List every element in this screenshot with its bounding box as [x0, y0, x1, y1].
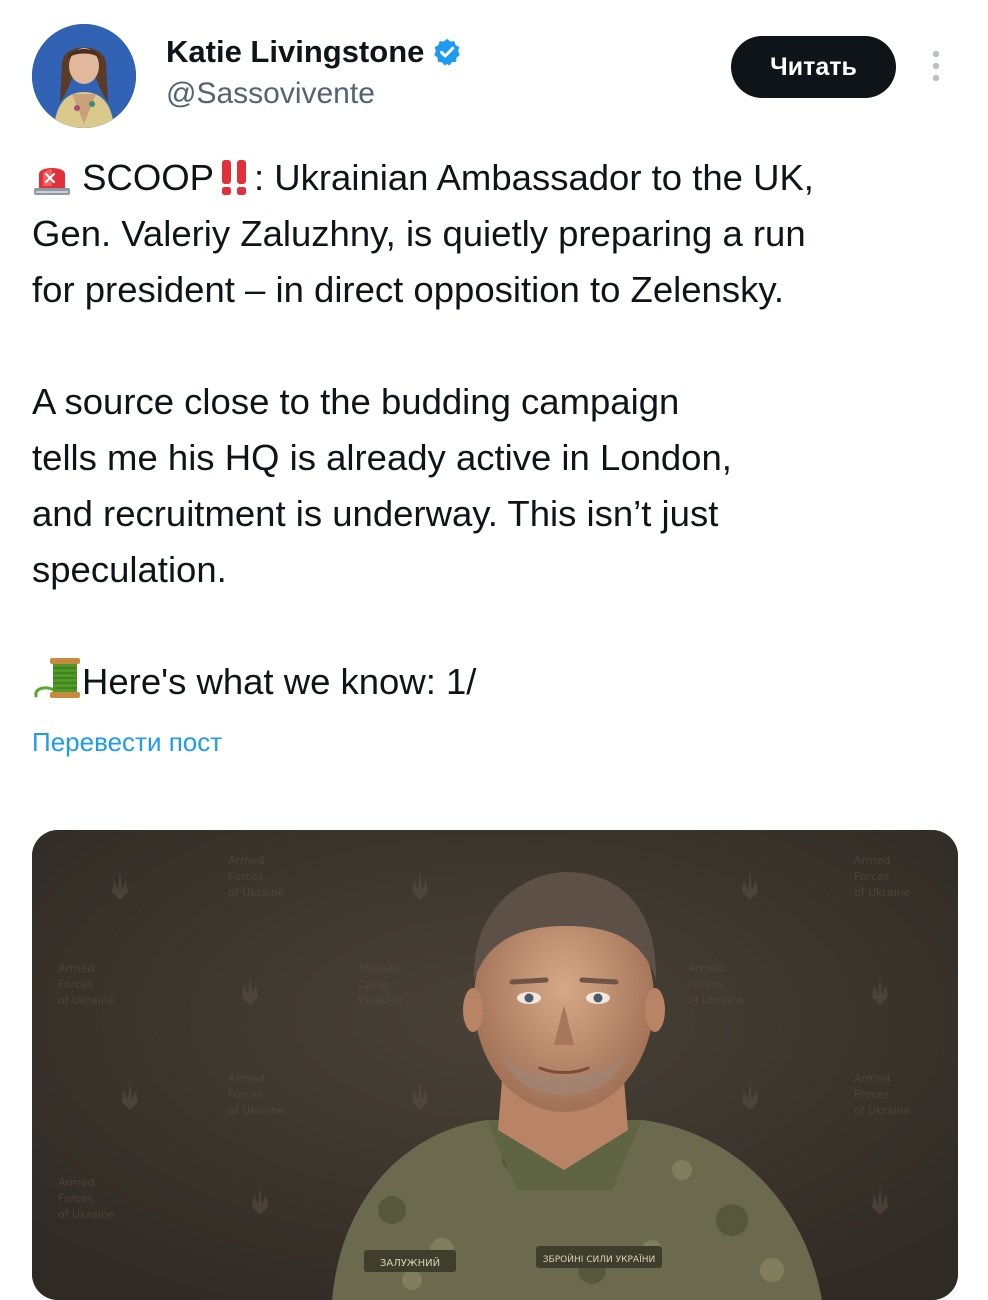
watermark-text: of Ukraine: [58, 994, 115, 1007]
tweet-line-8-text: Here's what we know: 1/: [82, 661, 477, 702]
double-exclamation-emoji: [214, 158, 254, 196]
watermark-text: of Ukraine: [228, 1104, 285, 1117]
watermark-text: Armed: [58, 1176, 94, 1189]
watermark-text: Forces: [58, 1192, 94, 1205]
tweet-line-6: and recruitment is underway. This isn’t …: [32, 493, 719, 534]
watermark-text: Збройні: [358, 962, 403, 975]
tweet-line-1: SCOOP : Ukrainian Ambassador to the UK,: [32, 150, 962, 206]
watermark-text: of Ukraine: [854, 886, 911, 899]
watermark-text: Forces: [854, 870, 890, 883]
watermark-text: України: [358, 994, 402, 1007]
avatar[interactable]: [32, 24, 136, 128]
tweet-line-1-rest: : Ukrainian Ambassador to the UK,: [254, 157, 814, 198]
watermark-text: of Ukraine: [228, 886, 285, 899]
police-light-emoji: [32, 160, 72, 196]
thread-spool-emoji: [32, 656, 82, 700]
watermark-text: Armed: [688, 962, 724, 975]
scoop-label: SCOOP: [82, 157, 214, 198]
media-photo: Armed Forces of Ukraine Armed Forces of …: [32, 830, 958, 1300]
watermark-text: Armed: [228, 1072, 264, 1085]
translate-post-link[interactable]: Перевести пост: [32, 727, 222, 758]
verified-badge-icon: [432, 37, 462, 67]
more-options-icon[interactable]: [926, 46, 946, 86]
tweet-line-3: for president – in direct opposition to …: [32, 269, 785, 310]
watermark-text: Armed: [228, 854, 264, 867]
nametag-left: ЗАЛУЖНИЙ: [380, 1256, 440, 1269]
watermark-text: Armed: [854, 854, 890, 867]
watermark-text: of Ukraine: [688, 994, 745, 1007]
nametag-right: ЗБРОЙНІ СИЛИ УКРАЇНИ: [543, 1253, 655, 1265]
watermark-text: of Ukraine: [58, 1208, 115, 1221]
tweet-line-8: Here's what we know: 1/: [32, 654, 962, 710]
watermark-text: Forces: [854, 1088, 890, 1101]
tweet-media-image[interactable]: Armed Forces of Ukraine Armed Forces of …: [32, 830, 958, 1300]
author-name-text[interactable]: Katie Livingstone: [166, 34, 424, 70]
tweet-text: SCOOP : Ukrainian Ambassador to the UK, G…: [32, 150, 962, 710]
tweet-line-7: speculation.: [32, 549, 227, 590]
watermark-text: of Ukraine: [854, 1104, 911, 1117]
watermark-text: Forces: [688, 978, 724, 991]
watermark-text: Forces: [58, 978, 94, 991]
watermark-text: Forces: [228, 1088, 264, 1101]
watermark-text: Armed: [58, 962, 94, 975]
avatar-image: [32, 24, 136, 128]
watermark-text: Сили: [358, 978, 387, 991]
tweet-line-4: A source close to the budding campaign: [32, 381, 680, 422]
follow-button[interactable]: Читать: [731, 36, 896, 98]
author-name[interactable]: Katie Livingstone: [166, 34, 462, 70]
tweet-line-2: Gen. Valeriy Zaluzhny, is quietly prepar…: [32, 213, 806, 254]
watermark-text: Forces: [228, 870, 264, 883]
author-handle[interactable]: @Sassovivente: [166, 77, 375, 111]
tweet-line-5: tells me his HQ is already active in Lon…: [32, 437, 732, 478]
watermark-text: Armed: [854, 1072, 890, 1085]
